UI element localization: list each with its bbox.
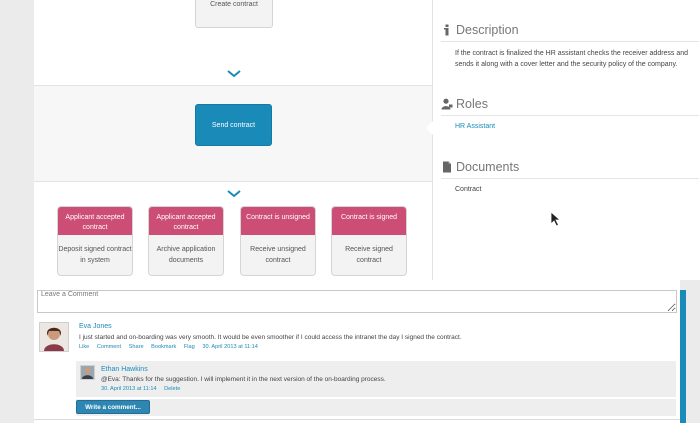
create-contract-step[interactable]: Create contract — [195, 0, 273, 28]
card-condition: Applicant accepted contract — [58, 207, 132, 235]
chevron-down-icon — [227, 70, 241, 78]
card-task: Archive application documents — [156, 246, 216, 264]
comment-timestamp[interactable]: 30. April 2013 at 11:14 — [202, 344, 258, 350]
branch-card-archive[interactable]: Applicant accepted contract Archive appl… — [148, 206, 224, 276]
delete-link[interactable]: Delete — [164, 386, 180, 392]
card-task: Deposit signed contract in system — [58, 246, 132, 264]
comment-input[interactable] — [37, 290, 677, 313]
document-icon — [443, 161, 451, 173]
comment-link[interactable]: Comment — [97, 344, 121, 350]
document-item[interactable]: Contract — [455, 184, 481, 195]
reply-text: @Eva: Thanks for the suggestion. I will … — [101, 376, 386, 383]
user-icon — [441, 98, 453, 110]
left-gutter — [0, 0, 34, 280]
branch-card-deposit[interactable]: Applicant accepted contract Deposit sign… — [57, 206, 133, 276]
comment-author[interactable]: Eva Jones — [79, 323, 112, 330]
cursor-icon — [550, 211, 562, 227]
send-contract-step[interactable]: Send contract — [195, 104, 272, 146]
reply-timestamp[interactable]: 30. April 2013 at 11:14 — [101, 386, 157, 392]
process-band-send: Send contract — [34, 86, 432, 182]
card-condition: Applicant accepted contract — [149, 207, 223, 235]
divider — [34, 419, 680, 420]
comment-actions: Like Comment Share Bookmark Flag 30. Apr… — [79, 344, 264, 350]
card-condition: Contract is signed — [332, 207, 406, 235]
card-condition: Contract is unsigned — [241, 207, 315, 235]
flag-link[interactable]: Flag — [184, 344, 195, 350]
branch-card-signed[interactable]: Contract is signed Receive signed contra… — [331, 206, 407, 276]
avatar — [80, 365, 95, 380]
create-contract-label: Create contract — [210, 1, 258, 8]
panel-pointer — [426, 121, 433, 135]
scrollbar-thumb[interactable] — [680, 290, 686, 423]
description-header: Description — [441, 22, 699, 42]
role-link[interactable]: HR Assistant — [455, 121, 495, 132]
reply-author[interactable]: Ethan Hawkins — [101, 366, 148, 373]
write-comment-button[interactable]: Write a comment... — [76, 400, 150, 414]
branch-card-unsigned[interactable]: Contract is unsigned Receive unsigned co… — [240, 206, 316, 276]
share-link[interactable]: Share — [129, 344, 144, 350]
avatar — [39, 322, 69, 352]
reply-actions: 30. April 2013 at 11:14 Delete — [101, 386, 186, 392]
chevron-down-icon — [227, 190, 241, 198]
card-task: Receive unsigned contract — [250, 246, 306, 264]
like-link[interactable]: Like — [79, 344, 89, 350]
avatar-photo — [81, 366, 94, 379]
card-task: Receive signed contract — [345, 246, 393, 264]
send-contract-label: Send contract — [211, 122, 256, 129]
roles-title: Roles — [456, 97, 488, 111]
avatar-photo — [40, 323, 68, 351]
bookmark-link[interactable]: Bookmark — [151, 344, 176, 350]
documents-title: Documents — [456, 160, 520, 174]
description-text: If the contract is finalized the HR assi… — [455, 50, 689, 68]
comment-text: I just started and on-boarding was very … — [79, 334, 462, 341]
info-icon — [444, 24, 449, 36]
write-comment-strip — [76, 399, 676, 416]
details-panel: Description If the contract is finalized… — [432, 0, 700, 280]
process-band-branches: Applicant accepted contract Deposit sign… — [34, 182, 432, 280]
roles-header: Roles — [441, 96, 699, 116]
documents-header: Documents — [441, 159, 699, 179]
description-title: Description — [456, 23, 519, 37]
process-area: Create contract Send contract Applicant … — [34, 0, 432, 280]
process-band-create: Create contract — [34, 0, 432, 86]
